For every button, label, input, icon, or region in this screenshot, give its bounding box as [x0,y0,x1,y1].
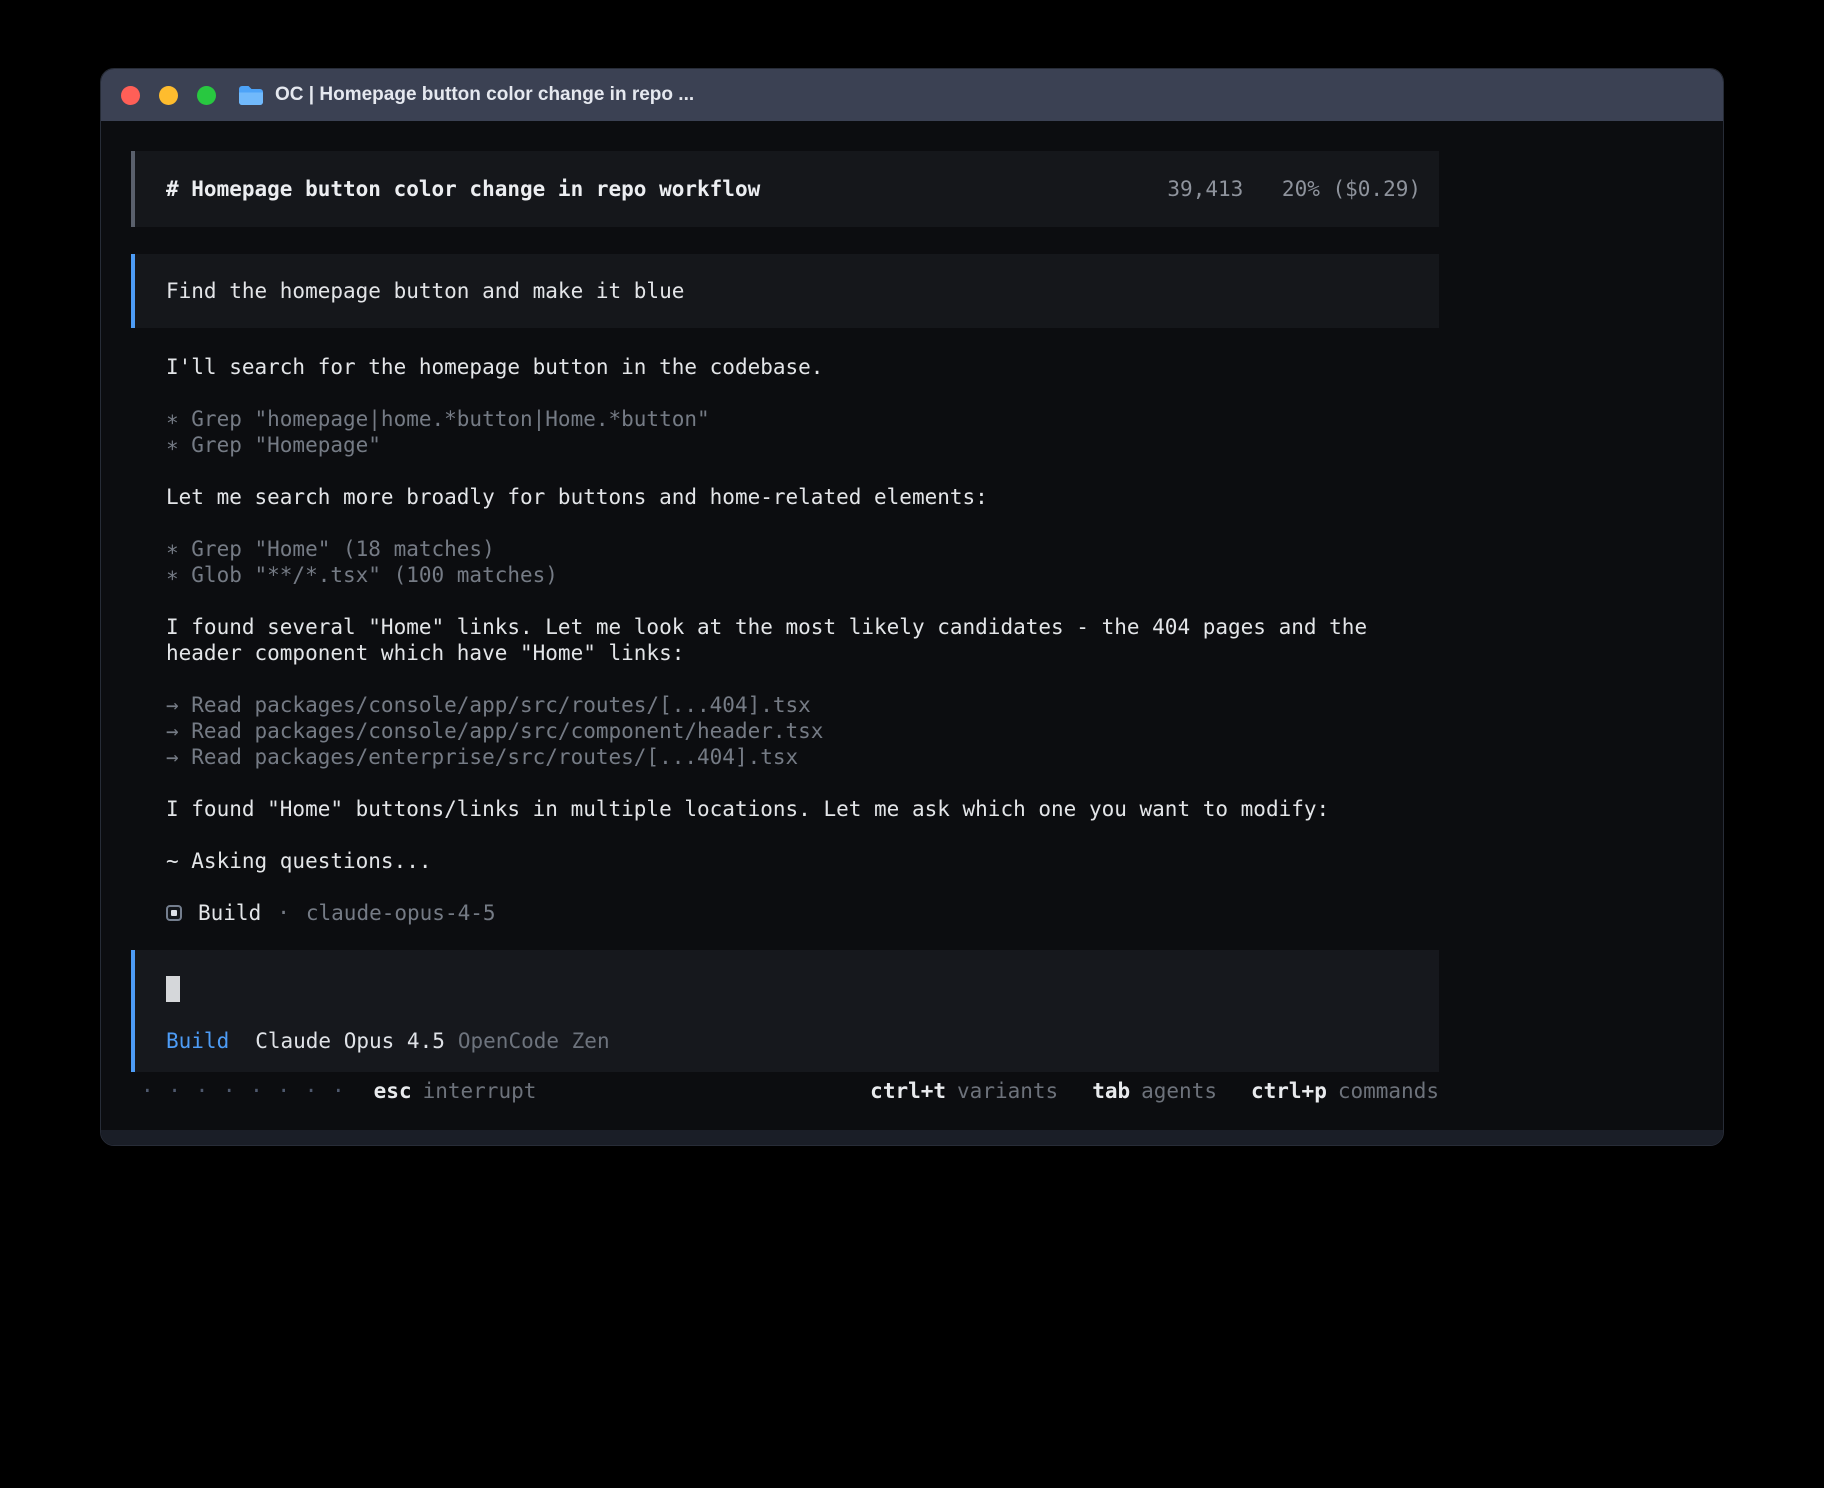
session-stats: 39,413 20% ($0.29) [1167,177,1421,201]
agent-name: Build [198,900,261,926]
shortcut-agents: tabagents [1092,1078,1217,1104]
input-meta: Build Claude Opus 4.5 OpenCode Zen [166,1028,1408,1054]
status-bar: · · · · · · · · esc interrupt ctrl+tvari… [131,1078,1439,1104]
status-line: ~ Asking questions... [166,848,1439,874]
minimize-button[interactable] [159,86,178,105]
esc-key-label: interrupt [423,1078,537,1104]
session-title: # Homepage button color change in repo w… [166,177,760,201]
tool-call-read: → Read packages/console/app/src/routes/[… [166,692,1439,718]
input-model-label: Claude Opus 4.5 [255,1028,445,1054]
titlebar[interactable]: OC | Homepage button color change in rep… [101,69,1723,121]
input-mode-label: Build [166,1028,229,1054]
tool-call-grep: ∗ Grep "Home" (18 matches) [166,536,1439,562]
assistant-paragraph: I found several "Home" links. Let me loo… [166,614,1439,666]
text-cursor [166,976,180,1002]
tool-call-grep: ∗ Grep "Homepage" [166,432,1439,458]
session-header: # Homepage button color change in repo w… [131,151,1439,227]
esc-key-hint: esc [374,1078,412,1104]
agent-line: Build · claude-opus-4-5 [166,900,1439,926]
agent-model: claude-opus-4-5 [306,900,496,926]
context-usage: 20% ($0.29) [1282,177,1421,201]
window-title: OC | Homepage button color change in rep… [275,84,694,106]
assistant-paragraph: Let me search more broadly for buttons a… [166,484,1439,510]
tool-call-group: ∗ Grep "homepage|home.*button|Home.*butt… [166,406,1439,458]
agent-separator: · [277,900,290,926]
shortcut-hints: ctrl+tvariants tabagents ctrl+pcommands [870,1078,1439,1104]
tool-call-grep: ∗ Grep "homepage|home.*button|Home.*butt… [166,406,1439,432]
assistant-paragraph: I'll search for the homepage button in t… [166,354,1439,380]
window-bottom-edge [101,1130,1723,1145]
token-count: 39,413 [1167,177,1243,201]
traffic-lights [121,86,216,105]
shortcut-variants: ctrl+tvariants [870,1078,1058,1104]
tool-call-group: ∗ Grep "Home" (18 matches) ∗ Glob "**/*.… [166,536,1439,588]
spinner-dots: · · · · · · · · [141,1078,346,1104]
conversation-scroll[interactable]: # Homepage button color change in repo w… [101,121,1723,1072]
zoom-button[interactable] [197,86,216,105]
assistant-paragraph: I found "Home" buttons/links in multiple… [166,796,1439,822]
agent-icon [166,905,182,921]
tool-call-glob: ∗ Glob "**/*.tsx" (100 matches) [166,562,1439,588]
input-provider-label: OpenCode Zen [458,1028,610,1054]
prompt-input[interactable]: Build Claude Opus 4.5 OpenCode Zen [131,950,1439,1072]
user-message-text: Find the homepage button and make it blu… [166,279,684,303]
terminal-window: OC | Homepage button color change in rep… [100,68,1724,1146]
close-button[interactable] [121,86,140,105]
shortcut-commands: ctrl+pcommands [1251,1078,1439,1104]
user-message: Find the homepage button and make it blu… [131,254,1439,328]
tool-call-group: → Read packages/console/app/src/routes/[… [166,692,1439,770]
tool-call-read: → Read packages/enterprise/src/routes/[.… [166,744,1439,770]
folder-icon [238,85,264,106]
tool-call-read: → Read packages/console/app/src/componen… [166,718,1439,744]
